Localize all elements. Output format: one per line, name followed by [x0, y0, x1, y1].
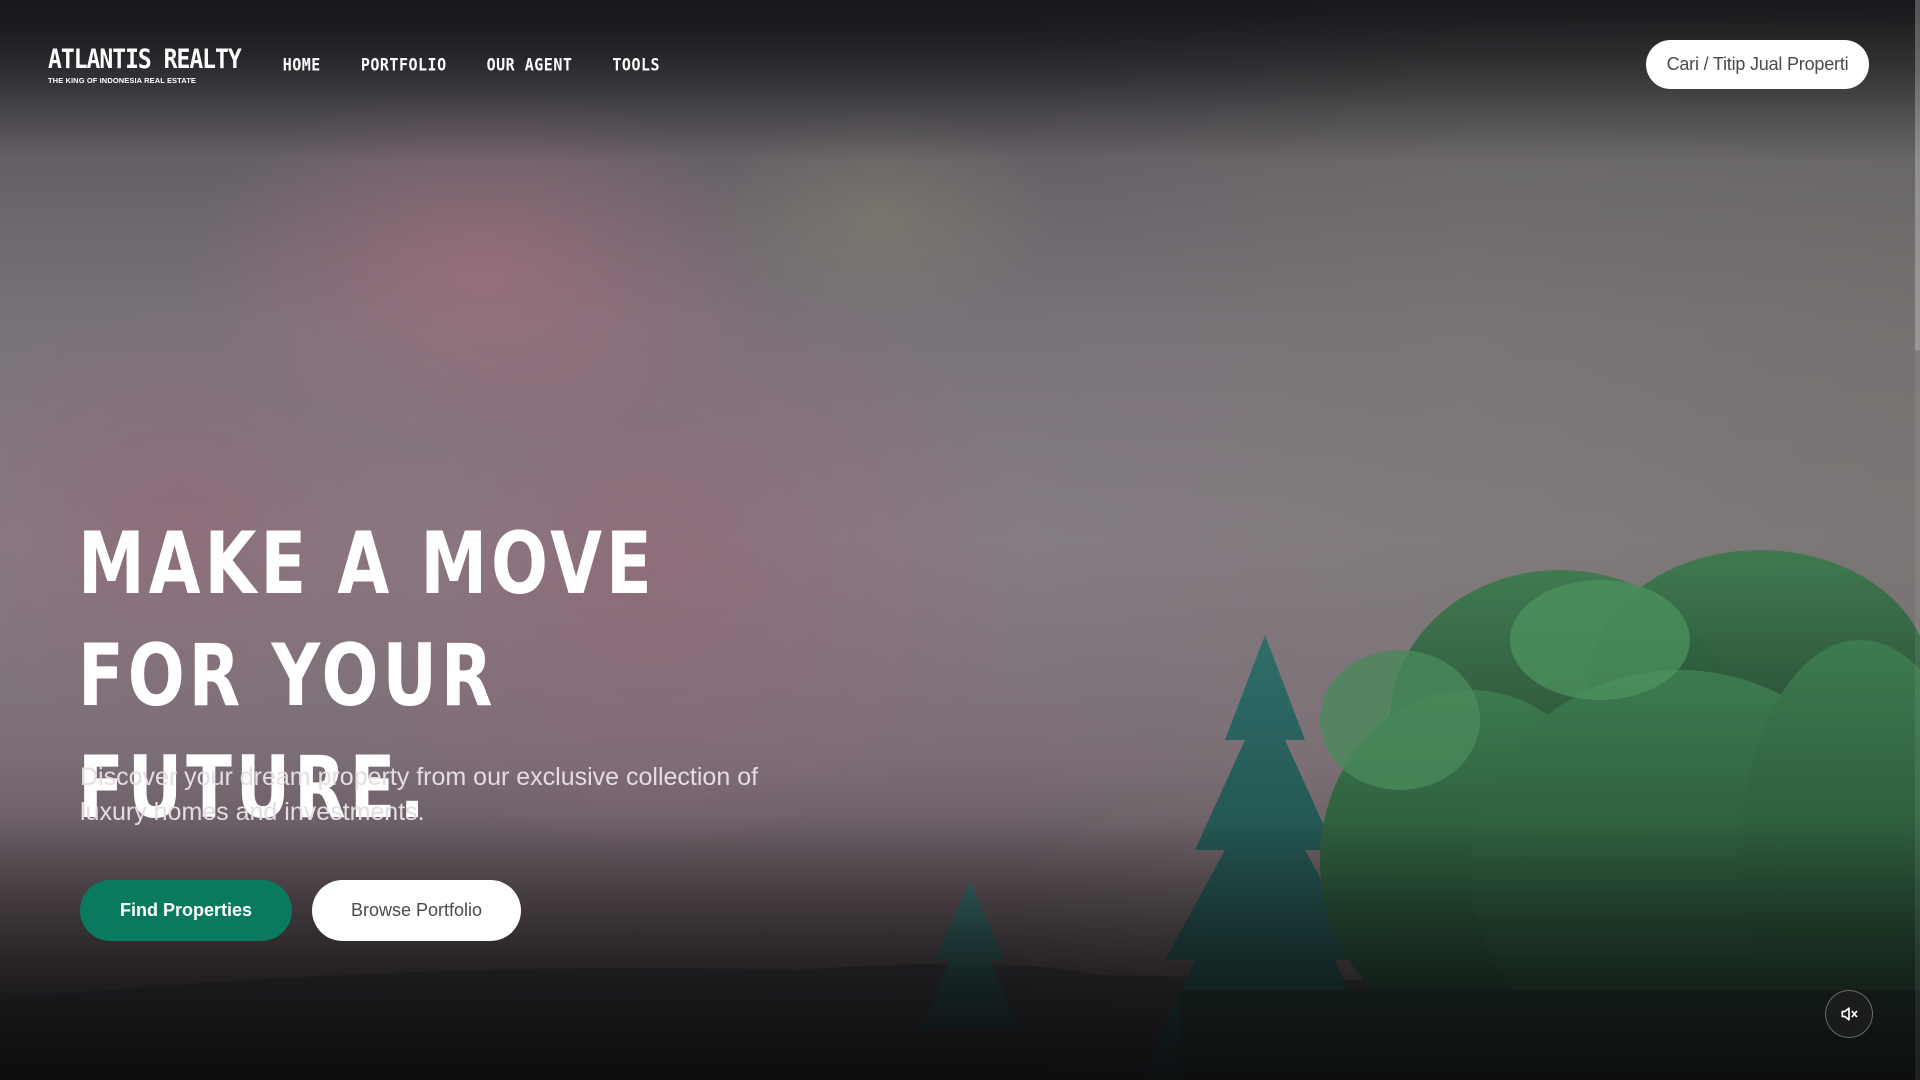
- nav-link-tools[interactable]: TOOLS: [612, 55, 660, 75]
- hero-title-line-1: MAKE A MOVE FOR YOUR: [78, 514, 656, 726]
- find-or-list-property-button[interactable]: Cari / Titip Jual Properti: [1646, 40, 1869, 89]
- speaker-muted-icon: [1841, 1007, 1858, 1021]
- nav-link-our-agent[interactable]: OUR AGENT: [487, 55, 573, 75]
- brand-tagline: THE KING OF INDONESIA REAL ESTATE: [48, 75, 197, 85]
- brand-logo[interactable]: ATLANTIS REALTY THE KING OF INDONESIA RE…: [48, 44, 242, 85]
- mute-toggle-button[interactable]: [1825, 990, 1873, 1038]
- hero-page: ATLANTIS REALTY THE KING OF INDONESIA RE…: [0, 0, 1920, 1080]
- nav-link-portfolio[interactable]: PORTFOLIO: [361, 55, 447, 75]
- page-scrollbar[interactable]: [1915, 0, 1920, 1080]
- bottom-shade: [0, 820, 1920, 1080]
- scrollbar-thumb[interactable]: [1915, 0, 1920, 350]
- browse-portfolio-button[interactable]: Browse Portfolio: [312, 880, 521, 941]
- brand-name: ATLANTIS REALTY: [48, 44, 242, 75]
- hero-subtitle: Discover your dream property from our ex…: [80, 763, 759, 826]
- nav-link-home[interactable]: HOME: [283, 55, 321, 75]
- find-properties-button[interactable]: Find Properties: [80, 880, 292, 941]
- main-navigation: ATLANTIS REALTY THE KING OF INDONESIA RE…: [48, 42, 660, 88]
- nav-links: HOME PORTFOLIO OUR AGENT TOOLS: [283, 55, 660, 75]
